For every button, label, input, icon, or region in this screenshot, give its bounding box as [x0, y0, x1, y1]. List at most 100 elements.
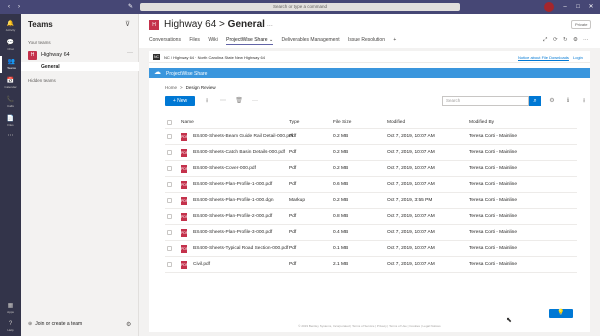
more-icon[interactable]: ··· [583, 36, 589, 44]
file-size: 0.2 MB [333, 150, 349, 155]
rail-calendar[interactable]: 📅 Calendar [0, 75, 21, 92]
table-row[interactable]: PDF BS400-Sheets-Catch Basin Details-000.… [165, 145, 577, 161]
file-modified-by: Teresa Corti - Mainline [469, 262, 517, 267]
channel-more-icon[interactable]: ··· [267, 23, 273, 29]
file-modified-by: Teresa Corti - Mainline [469, 214, 517, 219]
column-modified[interactable]: Modified [387, 117, 405, 129]
row-checkbox[interactable] [167, 166, 172, 171]
new-button[interactable]: + New [165, 96, 195, 106]
table-row[interactable]: PDF BS400-Sheets-Plan-Profile-1-000.dgn Ma… [165, 193, 577, 209]
row-checkbox[interactable] [167, 150, 172, 155]
rail-help[interactable]: ? Help [0, 318, 21, 335]
tab-issue-resolution[interactable]: Issue Resolution [348, 36, 385, 44]
settings-icon[interactable]: ⚙ [573, 36, 578, 44]
channel-item-general[interactable]: General [21, 62, 139, 71]
rail-teams[interactable]: 👥 Teams [0, 56, 21, 73]
file-name-link[interactable]: Civil.pdf [193, 257, 210, 273]
table-row[interactable]: PDF BS400-Sheets-Beam Guide Rail Detail-0… [165, 129, 577, 145]
more-actions-icon[interactable]: ··· [249, 96, 261, 106]
column-name[interactable]: Name [181, 117, 194, 129]
rail-label: Calendar [4, 85, 17, 89]
file-modified: Oct 7, 2019, 10:07 AM [387, 246, 435, 251]
file-name-link[interactable]: BS400-Sheets-Cover-000.pdf [193, 161, 256, 177]
row-checkbox[interactable] [167, 198, 172, 203]
tab-deliverables-management[interactable]: Deliverables Management [282, 36, 340, 44]
row-checkbox[interactable] [167, 214, 172, 219]
tab-files[interactable]: Files [189, 36, 200, 44]
reload-icon[interactable]: ↻ [563, 36, 568, 44]
maximize-icon[interactable]: □ [573, 2, 583, 12]
file-name-link[interactable]: BS400-Sheets-Plan-Profile-1-000.dgn [193, 193, 274, 209]
join-icon: ⊕ [28, 321, 33, 327]
back-icon[interactable]: ‹ [8, 3, 10, 11]
share-icon[interactable]: ⋯ [217, 96, 229, 106]
rail-apps[interactable]: ▦ Apps [0, 300, 21, 317]
pdf-file-icon: PDF [181, 261, 188, 269]
help-button[interactable]: 💡 [549, 309, 573, 318]
search-input[interactable]: Search or type a command [140, 3, 460, 11]
tab-conversations[interactable]: Conversations [149, 36, 181, 44]
row-checkbox[interactable] [167, 246, 172, 251]
table-row[interactable]: PDF BS400-Sheets-Typical Road Section-000… [165, 241, 577, 257]
breadcrumb-home[interactable]: Home [165, 85, 177, 90]
select-all-checkbox[interactable] [167, 120, 172, 125]
row-checkbox[interactable] [167, 182, 172, 187]
column-file-size[interactable]: File Size [333, 117, 351, 129]
file-type: Markup [289, 198, 305, 203]
more-options-icon[interactable]: ··· [127, 50, 133, 56]
refresh-icon[interactable]: ⟳ [553, 36, 558, 44]
download-icon[interactable]: ⭳ [201, 96, 213, 106]
file-name-link[interactable]: BS400-Sheets-Beam Guide Rail Detail-000.… [193, 129, 293, 145]
gear-icon[interactable]: ⚙ [126, 321, 131, 328]
file-name-link[interactable]: BS400-Sheets-Plan-Profile-2-000.pdf [193, 209, 272, 225]
login-link[interactable]: Login [573, 55, 583, 60]
tab-content: NC NC / Highway 64 · North Carolina Stat… [139, 48, 600, 336]
file-search-input[interactable]: Search [442, 96, 529, 106]
section-your-teams: Your teams [28, 40, 51, 45]
tab-projectwise-share[interactable]: ProjectWise Share ⌄ [226, 36, 274, 45]
rail-files[interactable]: 📄 Files [0, 113, 21, 130]
table-row[interactable]: PDF BS400-Sheets-Plan-Profile-1-000.pdf Pd… [165, 177, 577, 193]
rail-label: Help [7, 328, 14, 332]
rail-calls[interactable]: 📞 Calls [0, 94, 21, 111]
rail-more[interactable]: ⋯ [0, 130, 21, 147]
tab-wiki[interactable]: Wiki [208, 36, 217, 44]
gear-icon[interactable]: ⚙ [546, 96, 558, 106]
delete-icon[interactable]: 🗑 [233, 96, 245, 106]
add-tab-button[interactable]: + [393, 36, 396, 44]
breadcrumb-separator: > [180, 85, 183, 90]
forward-icon[interactable]: › [18, 3, 20, 11]
file-name-link[interactable]: BS400-Sheets-Typical Road Section-000.pd… [193, 241, 288, 257]
expand-icon[interactable]: ⤢ [543, 36, 547, 44]
join-create-team[interactable]: ⊕ Join or create a team [28, 321, 82, 327]
filter-icon[interactable]: ⊽ [125, 20, 130, 28]
file-name-link[interactable]: BS400-Sheets-Plan-Profile-1-000.pdf [193, 177, 272, 193]
column-type[interactable]: Type [289, 117, 299, 129]
file-name-link[interactable]: BS400-Sheets-Plan-Profile-3-000.pdf [193, 225, 272, 241]
pdf-file-icon: PDF [181, 133, 188, 141]
file-name-link[interactable]: BS400-Sheets-Catch Basin Details-000.pdf [193, 145, 285, 161]
close-icon[interactable]: ✕ [586, 2, 596, 12]
table-row[interactable]: PDF BS400-Sheets-Cover-000.pdf Pdf 0.2 MB Oc… [165, 161, 577, 177]
column-modified-by[interactable]: Modified By [469, 117, 494, 129]
compose-icon[interactable]: ✎ [128, 3, 133, 11]
upload-icon[interactable]: ⭳ [578, 96, 590, 106]
file-icon: 📄 [6, 116, 15, 122]
search-icon[interactable]: ⌕ [529, 96, 541, 106]
table-body: PDF BS400-Sheets-Beam Guide Rail Detail-0… [165, 129, 577, 273]
minimize-icon[interactable]: – [560, 2, 570, 12]
row-checkbox[interactable] [167, 230, 172, 235]
table-row[interactable]: PDF Civil.pdf Pdf 2.1 MB Oct 7, 2019, 10:07 … [165, 257, 577, 273]
table-row[interactable]: PDF BS400-Sheets-Plan-Profile-2-000.pdf Pd… [165, 209, 577, 225]
row-checkbox[interactable] [167, 134, 172, 139]
download-notice-link[interactable]: Notice about File Downloads [518, 55, 569, 60]
info-icon[interactable]: ℹ [562, 96, 574, 106]
table-row[interactable]: PDF BS400-Sheets-Plan-Profile-3-000.pdf Pd… [165, 225, 577, 241]
section-hidden-teams[interactable]: Hidden teams [28, 78, 56, 83]
rail-activity[interactable]: 🔔 Activity [0, 18, 21, 35]
row-checkbox[interactable] [167, 262, 172, 267]
file-size: 0.8 MB [333, 214, 349, 219]
team-item-highway-64[interactable]: H Highway 64 ··· [21, 50, 139, 61]
avatar[interactable] [544, 2, 554, 12]
rail-chat[interactable]: 💬 Chat [0, 37, 21, 54]
